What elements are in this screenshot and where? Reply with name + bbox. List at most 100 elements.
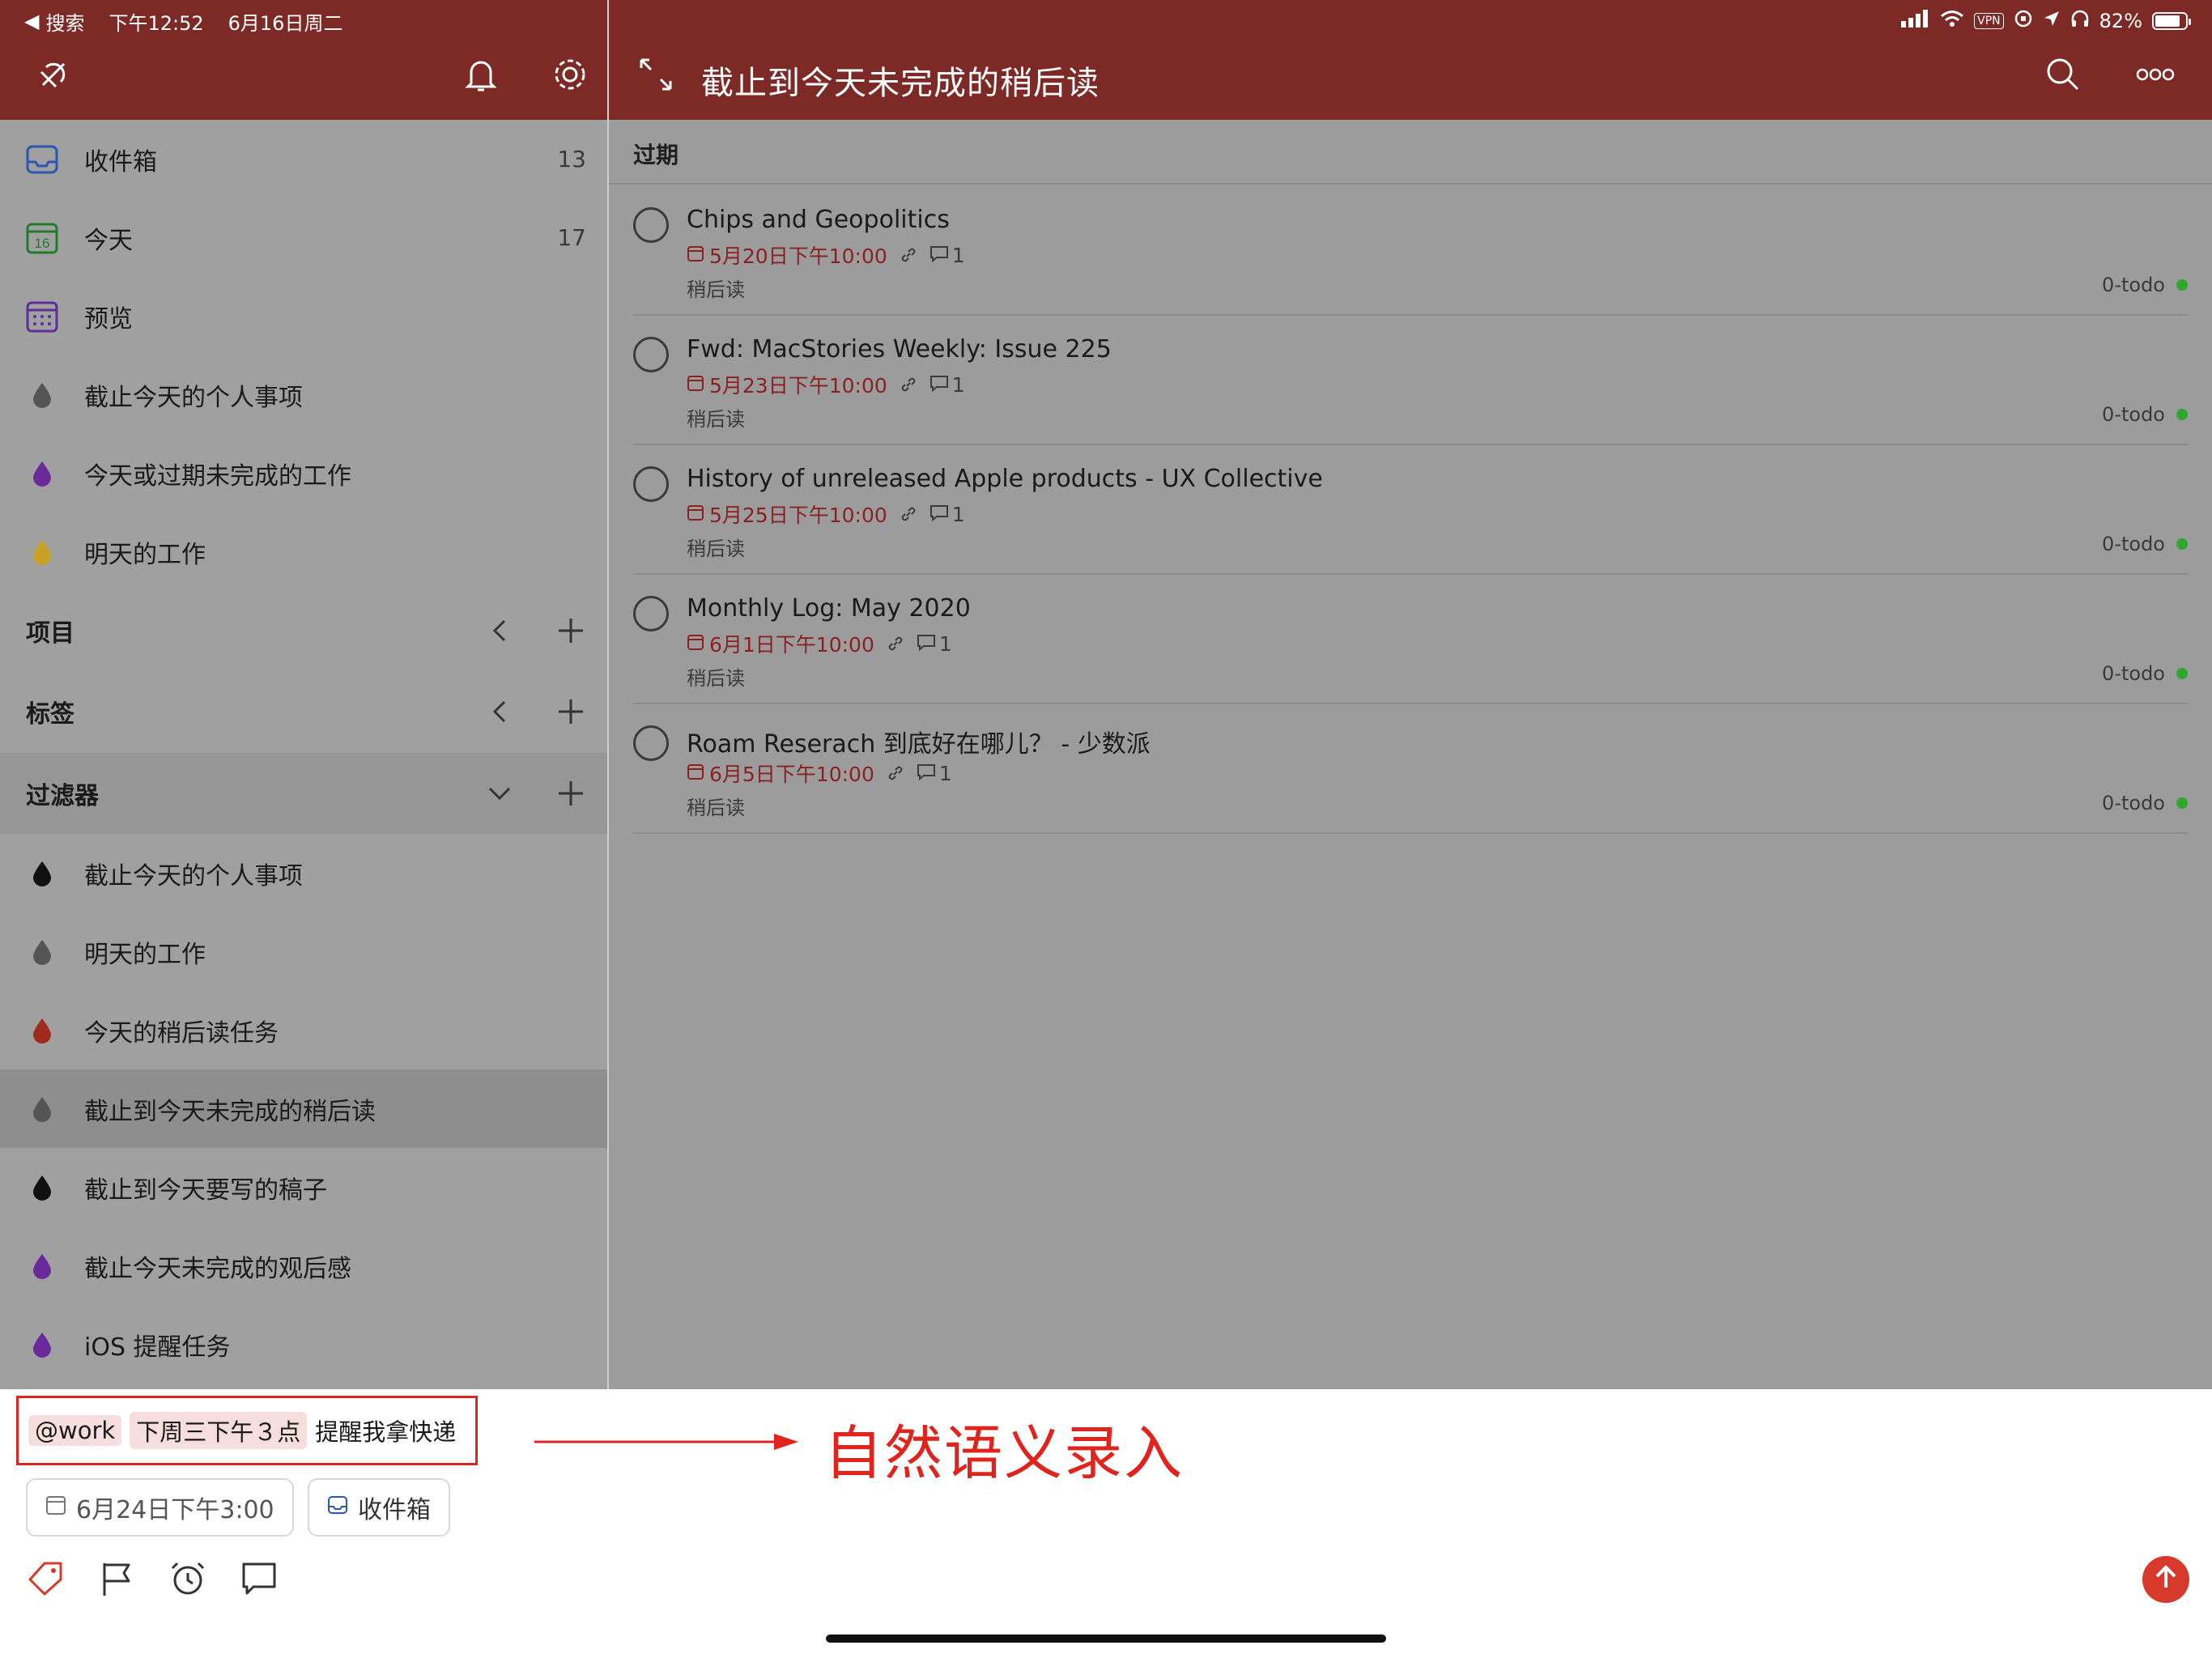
sidebar-item-inbox[interactable]: 收件箱 13 bbox=[0, 120, 607, 198]
priority-flag-icon[interactable] bbox=[96, 1558, 138, 1600]
reminder-alarm-icon[interactable] bbox=[167, 1558, 209, 1600]
wifi-icon bbox=[1940, 10, 1964, 32]
task-title: History of unreleased Apple products - U… bbox=[687, 465, 1323, 493]
link-icon bbox=[899, 245, 918, 265]
task-row[interactable]: Roam Reserach 到底好在哪儿？ - 少数派 6月5日下午10:00 … bbox=[633, 704, 2188, 834]
sidebar-favorite-item[interactable]: 截止今天的个人事项 bbox=[0, 355, 607, 434]
due-date-text: 6月1日下午10:00 bbox=[709, 633, 874, 657]
section-label: 标签 bbox=[26, 699, 74, 729]
sidebar-item-label: 今天 bbox=[84, 226, 133, 255]
sidebar-filter-item[interactable]: 今天的稍后读任务 bbox=[0, 991, 607, 1069]
status-bar-right: VPN 82% bbox=[1901, 6, 2191, 36]
sidebar-filter-item[interactable]: 截止今天的个人事项 bbox=[0, 834, 607, 912]
task-list-pane: 过期 Chips and Geopolitics 5月20日下午10:00 1 … bbox=[609, 120, 2212, 1389]
settings-gear-icon[interactable] bbox=[551, 55, 589, 94]
chevron-left-icon[interactable] bbox=[479, 610, 520, 651]
task-project: 稍后读 bbox=[687, 278, 745, 301]
sidebar-section-projects[interactable]: 项目 bbox=[0, 591, 607, 670]
home-indicator[interactable] bbox=[826, 1635, 1386, 1643]
comment-count: 1 bbox=[951, 502, 965, 526]
todoist-logo-icon[interactable] bbox=[34, 55, 73, 94]
task-complete-checkbox[interactable] bbox=[633, 337, 669, 372]
quick-add-input[interactable]: @work 下周三下午３点 提醒我拿快递 bbox=[16, 1396, 478, 1465]
add-label-plus-icon[interactable] bbox=[551, 691, 591, 732]
notifications-bell-icon[interactable] bbox=[462, 55, 500, 94]
status-date: 6月16日周二 bbox=[228, 11, 343, 35]
task-due-date: 6月1日下午10:00 bbox=[687, 629, 874, 658]
comment-icon bbox=[917, 762, 936, 785]
sidebar-favorite-item[interactable]: 今天或过期未完成的工作 bbox=[0, 434, 607, 512]
chevron-down-icon[interactable] bbox=[479, 773, 520, 814]
sidebar-item-label: 明天的工作 bbox=[84, 940, 206, 969]
sidebar-item-label: 截止到今天要写的稿子 bbox=[84, 1175, 327, 1205]
task-complete-checkbox[interactable] bbox=[633, 725, 669, 761]
task-row[interactable]: Fwd: MacStories Weekly: Issue 225 5月23日下… bbox=[633, 316, 2188, 445]
calendar-icon bbox=[45, 1494, 66, 1522]
task-complete-checkbox[interactable] bbox=[633, 596, 669, 631]
sidebar-filter-item[interactable]: iOS 提醒任务 bbox=[0, 1305, 607, 1384]
add-project-plus-icon[interactable] bbox=[551, 610, 591, 651]
task-label-text: 0-todo bbox=[2102, 533, 2165, 555]
task-label-text: 0-todo bbox=[2102, 792, 2165, 814]
comment-count: 1 bbox=[938, 631, 952, 656]
sidebar-item-label: 截止今天的个人事项 bbox=[84, 861, 303, 891]
comment-count: 1 bbox=[951, 372, 965, 397]
comment-count: 1 bbox=[951, 243, 965, 267]
filter-drop-icon bbox=[24, 534, 60, 570]
task-label: 0-todo bbox=[2102, 792, 2188, 814]
filter-drop-icon bbox=[24, 377, 60, 413]
task-due-date: 6月5日下午10:00 bbox=[687, 759, 874, 788]
sidebar-section-filters[interactable]: 过滤器 bbox=[0, 753, 607, 834]
back-to-app[interactable]: ◀ 搜索 bbox=[24, 7, 84, 36]
comment-icon bbox=[929, 503, 949, 526]
task-label-text: 0-todo bbox=[2102, 662, 2165, 685]
sidebar-filter-item[interactable]: 截止今天未完成的观后感 bbox=[0, 1226, 607, 1305]
sidebar-filter-item[interactable]: 明天的工作 bbox=[0, 912, 607, 991]
top-bar: ◀ 搜索 下午12:52 6月16日周二 VPN 82% 截止到今天未完成的稍后… bbox=[0, 0, 2212, 120]
sidebar-item-label: 截止到今天未完成的稍后读 bbox=[84, 1097, 376, 1126]
task-row[interactable]: Chips and Geopolitics 5月20日下午10:00 1 稍后读… bbox=[633, 186, 2188, 316]
task-row[interactable]: Monthly Log: May 2020 6月1日下午10:00 1 稍后读 … bbox=[633, 575, 2188, 704]
today-day-number: 16 bbox=[35, 236, 50, 251]
section-label: 过滤器 bbox=[26, 782, 99, 810]
label-tag-icon[interactable] bbox=[24, 1558, 66, 1600]
search-icon[interactable] bbox=[2044, 55, 2082, 94]
sidebar-item-label: 预览 bbox=[84, 304, 133, 334]
sidebar-filter-item-selected[interactable]: 截止到今天未完成的稍后读 bbox=[0, 1069, 607, 1148]
status-time: 下午12:52 bbox=[108, 11, 204, 35]
sidebar-section-labels[interactable]: 标签 bbox=[0, 672, 607, 750]
section-title: 过期 bbox=[633, 142, 679, 168]
task-due-date: 5月20日下午10:00 bbox=[687, 240, 887, 270]
comments-indicator: 1 bbox=[929, 503, 965, 526]
task-complete-checkbox[interactable] bbox=[633, 466, 669, 502]
filter-drop-icon bbox=[24, 1327, 60, 1363]
pane-divider bbox=[607, 0, 609, 1389]
comment-icon bbox=[929, 244, 949, 267]
project-picker-button[interactable]: 收件箱 bbox=[308, 1478, 450, 1537]
comments-indicator: 1 bbox=[929, 373, 965, 397]
calendar-icon bbox=[687, 244, 704, 267]
sidebar-favorite-item[interactable]: 明天的工作 bbox=[0, 512, 607, 591]
task-row[interactable]: History of unreleased Apple products - U… bbox=[633, 445, 2188, 575]
sidebar-item-label: 收件箱 bbox=[84, 147, 157, 176]
due-date-label: 6月24日下午3:00 bbox=[76, 1496, 274, 1524]
comment-icon bbox=[929, 373, 949, 397]
battery-percent: 82% bbox=[2099, 10, 2142, 32]
due-date-button[interactable]: 6月24日下午3:00 bbox=[26, 1478, 294, 1537]
sidebar-item-today[interactable]: 16 今天 17 bbox=[0, 198, 607, 277]
submit-task-button[interactable] bbox=[2142, 1556, 2189, 1603]
task-label: 0-todo bbox=[2102, 274, 2188, 296]
filter-drop-icon bbox=[24, 934, 60, 970]
headphones-icon bbox=[2070, 10, 2090, 32]
chevron-left-icon[interactable] bbox=[479, 691, 520, 732]
comment-icon[interactable] bbox=[238, 1558, 280, 1600]
sidebar-item-upcoming[interactable]: 预览 bbox=[0, 277, 607, 355]
filter-drop-icon bbox=[24, 856, 60, 891]
label-dot-icon bbox=[2176, 538, 2188, 550]
sidebar-item-label: 今天或过期未完成的工作 bbox=[84, 461, 351, 491]
sidebar-filter-item[interactable]: 截止到今天要写的稿子 bbox=[0, 1148, 607, 1226]
more-options-icon[interactable] bbox=[2136, 55, 2175, 94]
task-complete-checkbox[interactable] bbox=[633, 207, 669, 243]
expand-arrows-icon[interactable] bbox=[636, 55, 675, 94]
add-filter-plus-icon[interactable] bbox=[551, 773, 591, 814]
